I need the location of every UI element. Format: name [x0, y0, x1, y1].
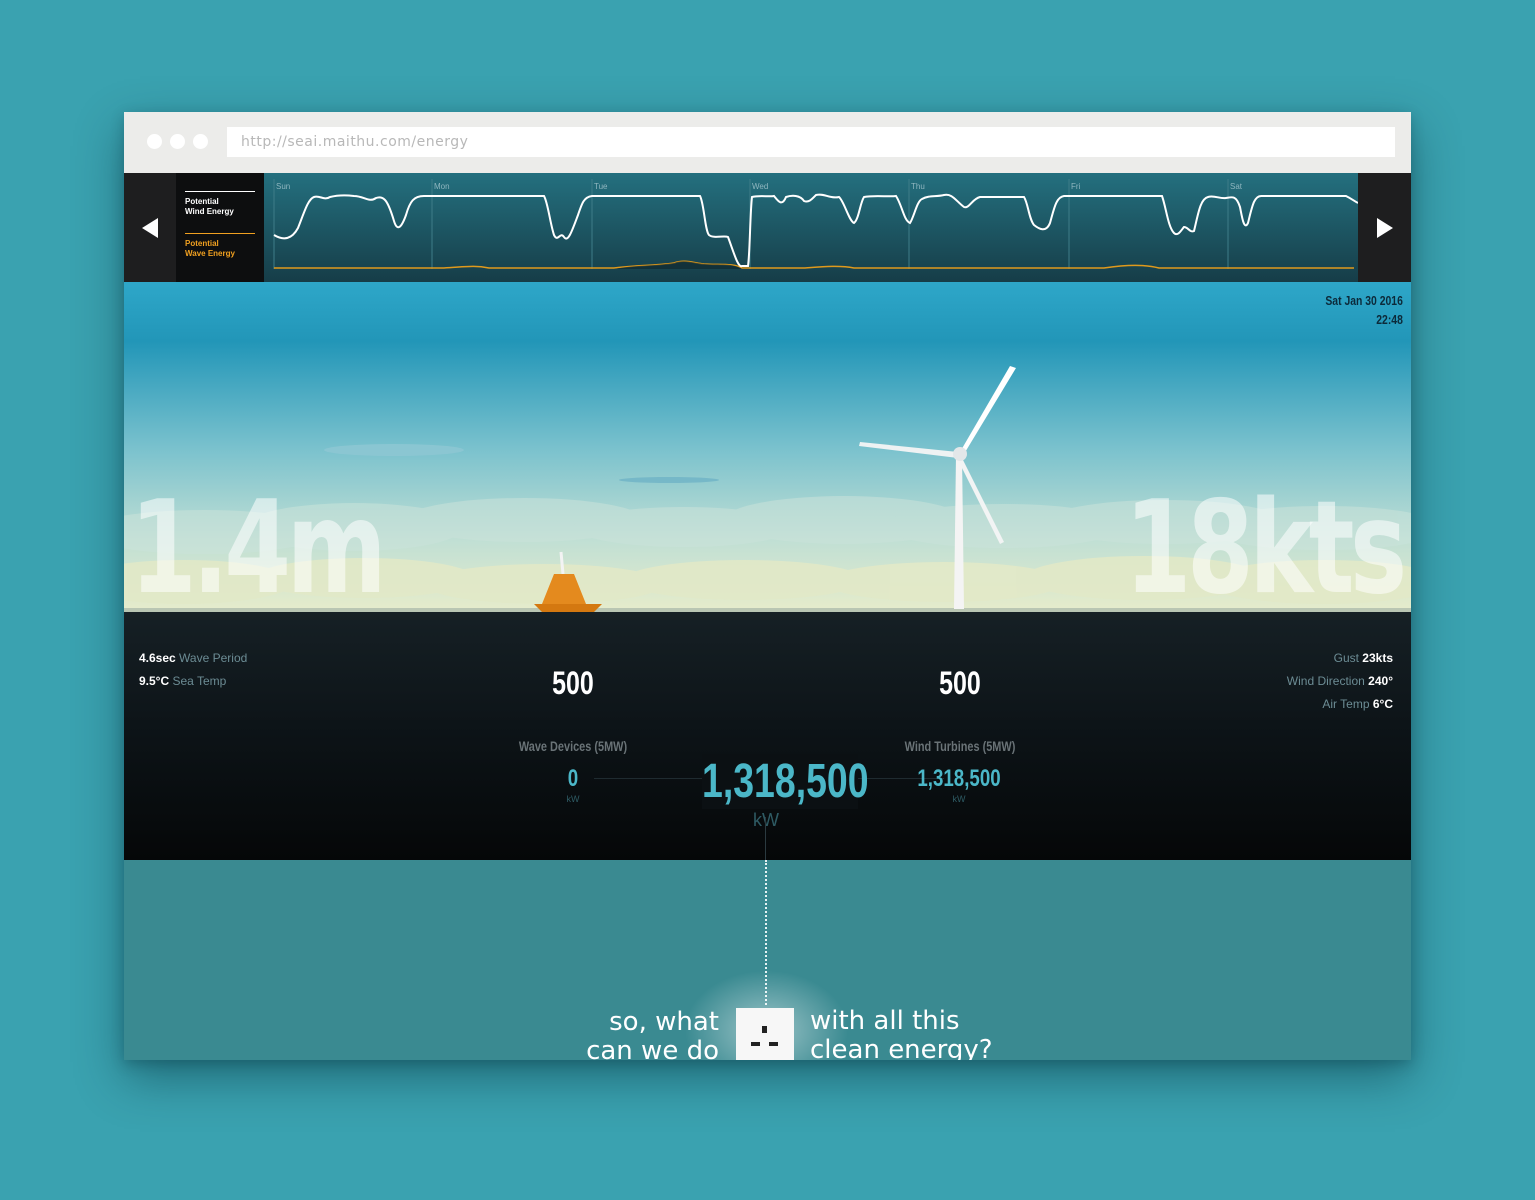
day-label: Sun [276, 182, 290, 191]
wind-turbines-label: Wind Turbines (5MW) [904, 738, 1016, 754]
timeline-legend: Potential Wind Energy Potential Wave Energ… [176, 173, 264, 282]
day-label: Fri [1071, 182, 1081, 191]
timeline-prev-button[interactable] [124, 173, 176, 282]
datetime: Sat Jan 30 2016 22:48 [1326, 291, 1403, 329]
day-label: Wed [752, 182, 768, 191]
address-bar[interactable]: http://seai.maithu.com/energy [227, 127, 1395, 157]
wave-period-stat: 4.6sec Wave Period [139, 651, 248, 665]
energy-output-panel: 4.6sec Wave Period 9.5°C Sea Temp Gust 2… [124, 612, 1411, 860]
day-label: Thu [911, 182, 925, 191]
window-maximize-dot[interactable] [193, 134, 208, 149]
day-label: Sat [1230, 182, 1243, 191]
power-socket-icon[interactable] [736, 1008, 794, 1060]
wave-devices-count[interactable]: 500 [526, 665, 620, 702]
wave-devices-label: Wave Devices (5MW) [518, 738, 628, 754]
date-label: Sat Jan 30 2016 [1325, 293, 1403, 308]
sea-temp-stat: 9.5°C Sea Temp [139, 674, 227, 688]
air-temp-stat: Air Temp 6°C [1322, 697, 1393, 711]
browser-window: http://seai.maithu.com/energy Potential W… [124, 112, 1411, 1060]
day-label: Mon [434, 182, 450, 191]
energy-timeline: Potential Wind Energy Potential Wave Energ… [124, 173, 1411, 282]
wind-kw-value: 1,318,500 [917, 765, 1001, 792]
window-close-dot[interactable] [147, 134, 162, 149]
wave-height-value: 1.4m [130, 474, 387, 623]
wave-kw-unit: kW [566, 794, 580, 804]
cta-left-text: so, what can we do [586, 1007, 719, 1061]
wind-turbines-count[interactable]: 500 [913, 665, 1007, 702]
wave-kw-value: 0 [567, 765, 579, 792]
energy-chart[interactable]: Sun Mon Tue Wed Thu Fri Sat [264, 173, 1358, 282]
total-kw-unit: kW [753, 810, 779, 830]
weather-scene: 1.4m 18kts Sat Jan 30 2016 22:48 [124, 282, 1411, 623]
legend-wave-line [185, 233, 255, 234]
timeline-next-button[interactable] [1359, 173, 1411, 282]
gust-stat: Gust 23kts [1333, 651, 1393, 665]
power-cable [765, 817, 766, 860]
total-kw-value: 1,318,500 [702, 754, 869, 809]
legend-wave-label: Potential Wave Energy [185, 239, 235, 258]
window-minimize-dot[interactable] [170, 134, 185, 149]
wind-kw-unit: kW [952, 794, 966, 804]
browser-chrome: http://seai.maithu.com/energy [124, 112, 1411, 173]
legend-wind-label: Potential Wind Energy [185, 197, 234, 216]
time-label: 22:48 [1376, 312, 1403, 327]
legend-wind-line [185, 191, 255, 192]
wind-direction-stat: Wind Direction 240° [1286, 674, 1393, 688]
day-label: Tue [594, 182, 608, 191]
clean-energy-section: so, what can we do with all this clean ene… [124, 860, 1411, 1060]
wind-speed-value: 18kts [1125, 474, 1407, 623]
arrow-right-icon [1377, 217, 1393, 238]
cta-right-text: with all this clean energy? [810, 1006, 993, 1061]
arrow-left-icon [142, 217, 158, 238]
